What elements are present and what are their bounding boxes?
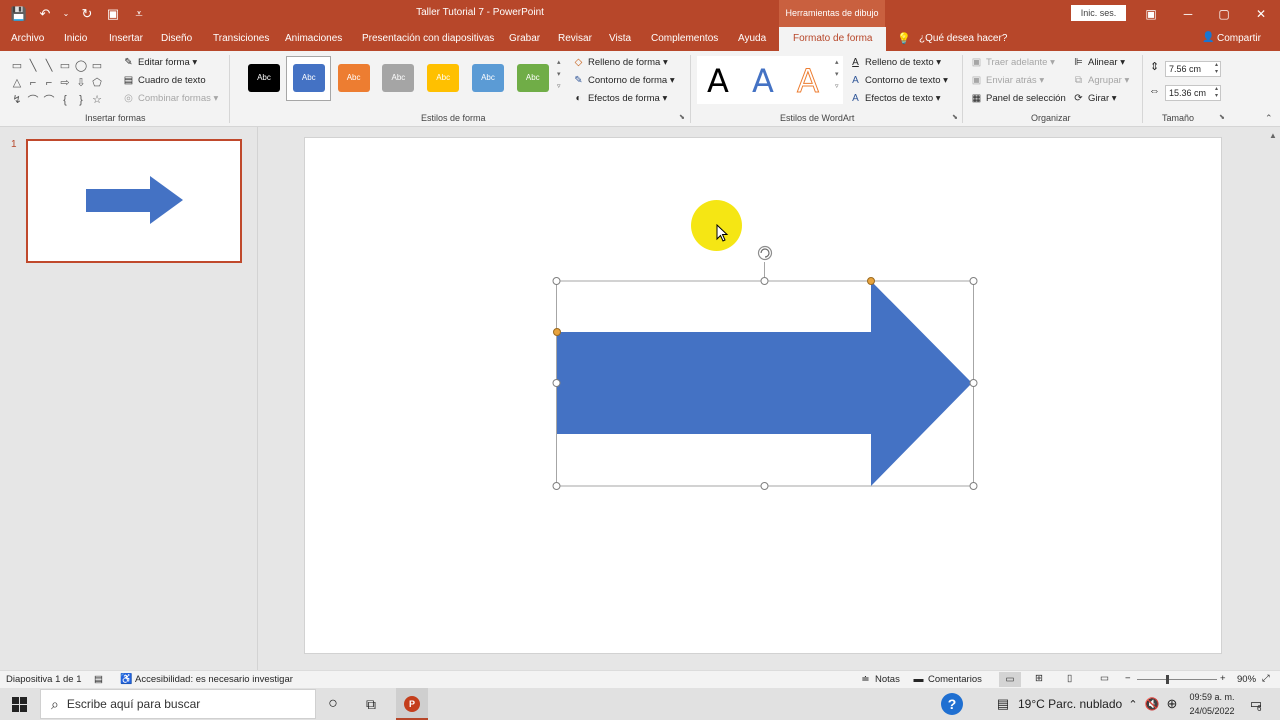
right-arrow-shape[interactable] [557,281,972,486]
notification-count: 6 [1257,704,1262,713]
comments-icon: ▬ [913,674,924,685]
powerpoint-icon: P [404,696,420,712]
weather-status[interactable]: 19°C Parc. nublado [1018,688,1122,720]
slide-counter: Diapositiva 1 de 1 [6,674,82,685]
help-icon[interactable]: ? [940,688,964,720]
comments-button[interactable]: ▬ Comentarios [913,674,982,685]
normal-view-icon[interactable]: ▭ [999,672,1021,687]
volume-muted-icon[interactable]: 🔇 [1144,688,1160,720]
resize-handle[interactable] [969,277,978,285]
rotate-handle-icon[interactable] [757,245,773,261]
weather-icon: ▤ [996,696,1010,711]
windows-start-icon[interactable] [8,688,30,720]
mouse-pointer-icon [716,224,729,242]
reading-view-icon[interactable]: ▯ [1067,673,1072,684]
accessibility-icon: ♿ [120,674,133,685]
task-view-icon[interactable]: ⧉ [360,688,382,720]
notifications-icon[interactable]: ▭ [1246,688,1266,720]
resize-handle[interactable] [760,482,769,490]
adjust-handle[interactable] [867,277,875,285]
resize-handle[interactable] [552,379,561,387]
resize-handle[interactable] [969,482,978,490]
fit-to-window-icon[interactable]: ⤢ [1262,673,1270,684]
zoom-in-button[interactable]: + [1220,673,1226,684]
vertical-scrollbar[interactable]: ▲ [1266,127,1280,670]
clock[interactable]: 09:59 a. m. 24/05/2022 [1184,690,1240,718]
tray-chevron-icon[interactable]: ⌃ [1126,688,1140,720]
notes-icon: ≐ [861,674,870,685]
search-icon: ⌕ [51,695,59,712]
clock-date: 24/05/2022 [1189,706,1235,716]
resize-handle[interactable] [552,482,561,490]
cortana-icon[interactable]: ○ [322,688,344,720]
spellcheck-icon[interactable]: ▤ [94,674,103,685]
powerpoint-taskbar-button[interactable]: P [396,688,428,720]
slideshow-icon[interactable]: ▭ [1100,673,1109,684]
taskbar-search[interactable]: ⌕ Escribe aquí para buscar [40,689,316,719]
slide-sorter-icon[interactable]: ⊞ [1035,673,1043,684]
status-bar: Diapositiva 1 de 1 ▤ ♿ Accesibilidad: es … [0,670,1280,688]
accessibility-status[interactable]: ♿ Accesibilidad: es necesario investigar [120,674,293,685]
selected-shape-layer [552,245,978,490]
zoom-out-button[interactable]: − [1125,673,1131,684]
zoom-level[interactable]: 90% [1237,674,1256,685]
resize-handle[interactable] [760,277,769,285]
notes-button[interactable]: ≐ Notas [860,674,900,685]
zoom-slider-thumb[interactable] [1166,675,1169,684]
network-icon[interactable]: ⊕ [1164,688,1180,720]
zoom-slider[interactable] [1137,675,1217,684]
clock-time: 09:59 a. m. [1189,692,1235,702]
resize-handle[interactable] [552,277,561,285]
windows-taskbar: ⌕ Escribe aquí para buscar ○ ⧉ P ? ▤ 19°… [0,688,1280,720]
resize-handle[interactable] [969,379,978,387]
adjust-handle[interactable] [553,328,561,336]
scroll-up-icon[interactable]: ▲ [1269,131,1277,140]
